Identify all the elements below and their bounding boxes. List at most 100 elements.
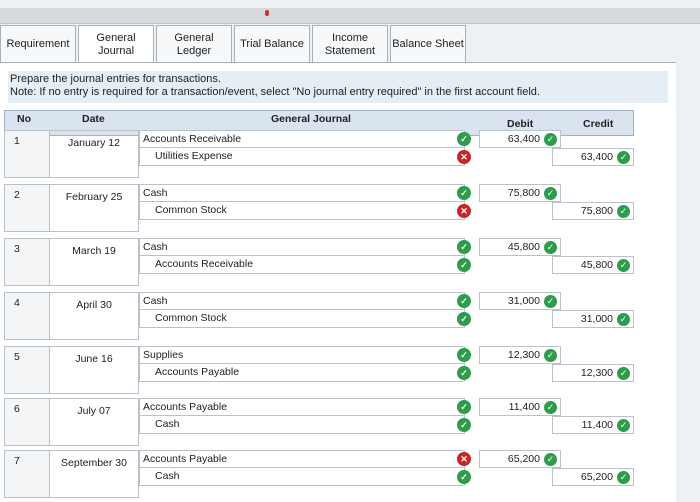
debit-input[interactable]: 45,800 ✓ [479,238,561,256]
credit-value: 75,800 [580,205,613,217]
check-circle-icon: ✓ [617,313,630,326]
credit-input[interactable]: 12,300 ✓ [552,364,634,382]
account-field-debit[interactable]: Supplies [139,346,465,364]
check-circle-icon: ✓ [544,401,557,414]
entry-number: 4 [4,292,50,340]
entry-date[interactable]: September 30 [50,450,139,498]
journal-entry-row: 2 February 25 Cash Common Stock ✓ ✕ 75,800 ✓ 75,… [4,184,634,232]
check-circle-icon: ✓ [617,471,630,484]
tab-requirement[interactable]: Requirement [0,25,76,63]
entry-date[interactable]: March 19 [50,238,139,286]
header-debit: Debit [507,118,534,130]
check-circle-icon: ✓ [457,470,471,484]
tab-general-journal[interactable]: General Journal [78,25,154,63]
account-field-credit[interactable]: Utilities Expense [139,148,465,166]
header-no: No [17,113,31,125]
account-field-debit[interactable]: Accounts Receivable [139,130,465,148]
entry-date[interactable]: April 30 [50,292,139,340]
entry-number: 1 [4,130,50,178]
account-field-credit[interactable]: Accounts Payable [139,364,465,382]
journal-entry-row: 1 January 12 Accounts Receivable Utilities … [4,130,634,178]
account-field-credit[interactable]: Cash [139,416,465,434]
tab-label: Income Statement [324,31,376,57]
credit-input[interactable]: 31,000 ✓ [552,310,634,328]
check-circle-icon: ✓ [544,187,557,200]
debit-value: 63,400 [507,133,540,145]
x-circle-icon: ✕ [457,204,471,218]
debit-value: 45,800 [507,241,540,253]
account-field-credit[interactable]: Common Stock [139,310,465,328]
x-circle-icon: ✕ [457,452,471,466]
journal-entry-row: 3 March 19 Cash Accounts Receivable ✓ ✓ 45,800… [4,238,634,286]
debit-input[interactable]: 75,800 ✓ [479,184,561,202]
check-circle-icon: ✓ [617,367,630,380]
account-field-debit[interactable]: Accounts Payable [139,450,465,468]
entry-date[interactable]: January 12 [50,130,139,178]
debit-value: 11,400 [508,401,540,413]
credit-input[interactable]: 63,400 ✓ [552,148,634,166]
top-bar [0,8,700,24]
check-circle-icon: ✓ [457,312,471,326]
tab-label: General Journal [96,31,136,57]
debit-value: 31,000 [507,295,540,307]
entry-number: 2 [4,184,50,232]
journal-entry-row: 4 April 30 Cash Common Stock ✓ ✓ 31,000 ✓ 31,000… [4,292,634,340]
entry-date[interactable]: July 07 [50,398,139,446]
journal-entry-row: 5 June 16 Supplies Accounts Payable ✓ ✓ 12,300… [4,346,634,394]
check-circle-icon: ✓ [457,258,471,272]
account-field-debit[interactable]: Cash [139,292,465,310]
tab-balance-sheet[interactable]: Balance Sheet [390,25,466,63]
check-circle-icon: ✓ [457,132,471,146]
entry-number: 5 [4,346,50,394]
entry-number: 7 [4,450,50,498]
tab-income-statement[interactable]: Income Statement [312,25,388,63]
header-general-journal: General Journal [271,113,351,125]
tab-label: General Ledger [174,31,214,57]
check-circle-icon: ✓ [457,348,471,362]
credit-value: 65,200 [580,471,613,483]
credit-input[interactable]: 65,200 ✓ [552,468,634,486]
check-circle-icon: ✓ [457,418,471,432]
credit-value: 63,400 [580,151,613,163]
check-circle-icon: ✓ [617,151,630,164]
entry-date[interactable]: June 16 [50,346,139,394]
credit-input[interactable]: 11,400 ✓ [552,416,634,434]
entry-number: 6 [4,398,50,446]
tab-label: Balance Sheet [392,38,464,50]
journal-entry-row: 7 September 30 Accounts Payable Cash ✕ ✓ 65,20… [4,450,634,498]
account-field-credit[interactable]: Common Stock [139,202,465,220]
debit-input[interactable]: 11,400 ✓ [479,398,561,416]
debit-input[interactable]: 63,400 ✓ [479,130,561,148]
check-circle-icon: ✓ [617,259,630,272]
instructions-box: Prepare the journal entries for transact… [8,71,668,103]
account-field-credit[interactable]: Cash [139,468,465,486]
debit-value: 12,300 [507,349,540,361]
check-circle-icon: ✓ [457,400,471,414]
tab-trial-balance[interactable]: Trial Balance [234,25,310,63]
check-circle-icon: ✓ [617,205,630,218]
debit-input[interactable]: 31,000 ✓ [479,292,561,310]
check-circle-icon: ✓ [544,295,557,308]
account-field-debit[interactable]: Accounts Payable [139,398,465,416]
account-field-credit[interactable]: Accounts Receivable [139,256,465,274]
check-circle-icon: ✓ [457,186,471,200]
check-circle-icon: ✓ [617,419,630,432]
check-circle-icon: ✓ [457,240,471,254]
debit-value: 75,800 [507,187,540,199]
debit-value: 65,200 [507,453,540,465]
tab-label: Trial Balance [240,38,304,50]
tab-general-ledger[interactable]: General Ledger [156,25,232,63]
account-field-debit[interactable]: Cash [139,238,465,256]
credit-input[interactable]: 45,800 ✓ [552,256,634,274]
debit-input[interactable]: 65,200 ✓ [479,450,561,468]
debit-input[interactable]: 12,300 ✓ [479,346,561,364]
tab-label: Requirement [6,38,70,50]
check-circle-icon: ✓ [544,133,557,146]
entry-date[interactable]: February 25 [50,184,139,232]
account-field-debit[interactable]: Cash [139,184,465,202]
credit-value: 11,400 [581,419,613,431]
check-circle-icon: ✓ [544,349,557,362]
entry-number: 3 [4,238,50,286]
check-circle-icon: ✓ [457,294,471,308]
credit-input[interactable]: 75,800 ✓ [552,202,634,220]
